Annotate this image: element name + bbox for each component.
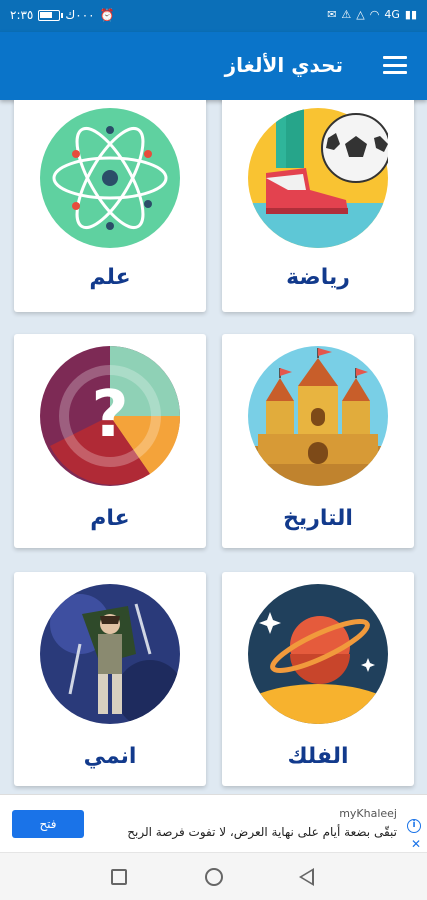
recent-apps-icon[interactable]: [111, 869, 127, 885]
ad-close-icon[interactable]: ✕: [411, 837, 421, 851]
triangle-icon: △: [356, 8, 365, 21]
category-card-astronomy[interactable]: الفلك: [222, 572, 414, 786]
category-label-general: عام: [90, 506, 130, 531]
signal-icon: ▮▮: [404, 8, 417, 21]
svg-text:?: ?: [91, 378, 128, 452]
atom-icon: [40, 108, 180, 248]
ad-brand: myKhaleej: [339, 807, 397, 820]
category-card-science[interactable]: علم: [14, 100, 206, 312]
app-bar: تحدي الألغاز: [0, 32, 427, 100]
notification-icon: ✉: [327, 8, 337, 21]
category-card-anime[interactable]: انمي: [14, 572, 206, 786]
anime-character-icon: [40, 584, 180, 724]
category-grid: رياضة علم التاريخ ? عام الفلك انمي: [0, 100, 427, 794]
back-icon[interactable]: [299, 868, 314, 886]
status-bar: ٢:٣٥ ٠٠٠ك ⏰ ✉ ⚠ △ ◠ 4G ▮▮: [0, 0, 427, 32]
warning-icon: ⚠: [341, 8, 352, 21]
status-right: ✉ ⚠ △ ◠ 4G ▮▮: [327, 8, 417, 21]
alarm-icon: ⏰: [99, 8, 115, 22]
category-card-history[interactable]: التاريخ: [222, 334, 414, 548]
network-speed: ٠٠٠ك: [65, 8, 95, 22]
category-label-science: علم: [89, 265, 131, 290]
question-mark-icon: ?: [40, 346, 180, 486]
ad-info-icon[interactable]: i: [407, 819, 421, 833]
app-title: تحدي الألغاز: [224, 53, 343, 77]
soccer-kick-icon: [248, 108, 388, 248]
status-time: ٢:٣٥: [10, 8, 34, 22]
category-card-general[interactable]: ? عام: [14, 334, 206, 548]
hamburger-menu-icon[interactable]: [383, 54, 407, 76]
planet-icon: [248, 584, 388, 724]
home-icon[interactable]: [205, 868, 223, 886]
category-label-anime: انمي: [83, 744, 137, 769]
ad-open-button[interactable]: فتح: [12, 810, 84, 838]
ad-text: تبقّى بضعة أيام على نهاية العرض، لا تفوت…: [127, 825, 397, 839]
wifi-icon: ◠: [369, 8, 380, 21]
castle-icon: [248, 346, 388, 486]
category-label-astronomy: الفلك: [287, 744, 349, 769]
category-card-sports[interactable]: رياضة: [222, 100, 414, 312]
category-label-sports: رياضة: [286, 265, 350, 290]
signal-label: 4G: [384, 8, 400, 21]
ad-banner[interactable]: فتح myKhaleej تبقّى بضعة أيام على نهاية …: [0, 794, 427, 852]
category-label-history: التاريخ: [283, 506, 353, 531]
system-nav-bar: [0, 852, 427, 900]
status-left: ٢:٣٥ ٠٠٠ك ⏰: [10, 8, 115, 22]
battery-icon: [38, 9, 64, 21]
